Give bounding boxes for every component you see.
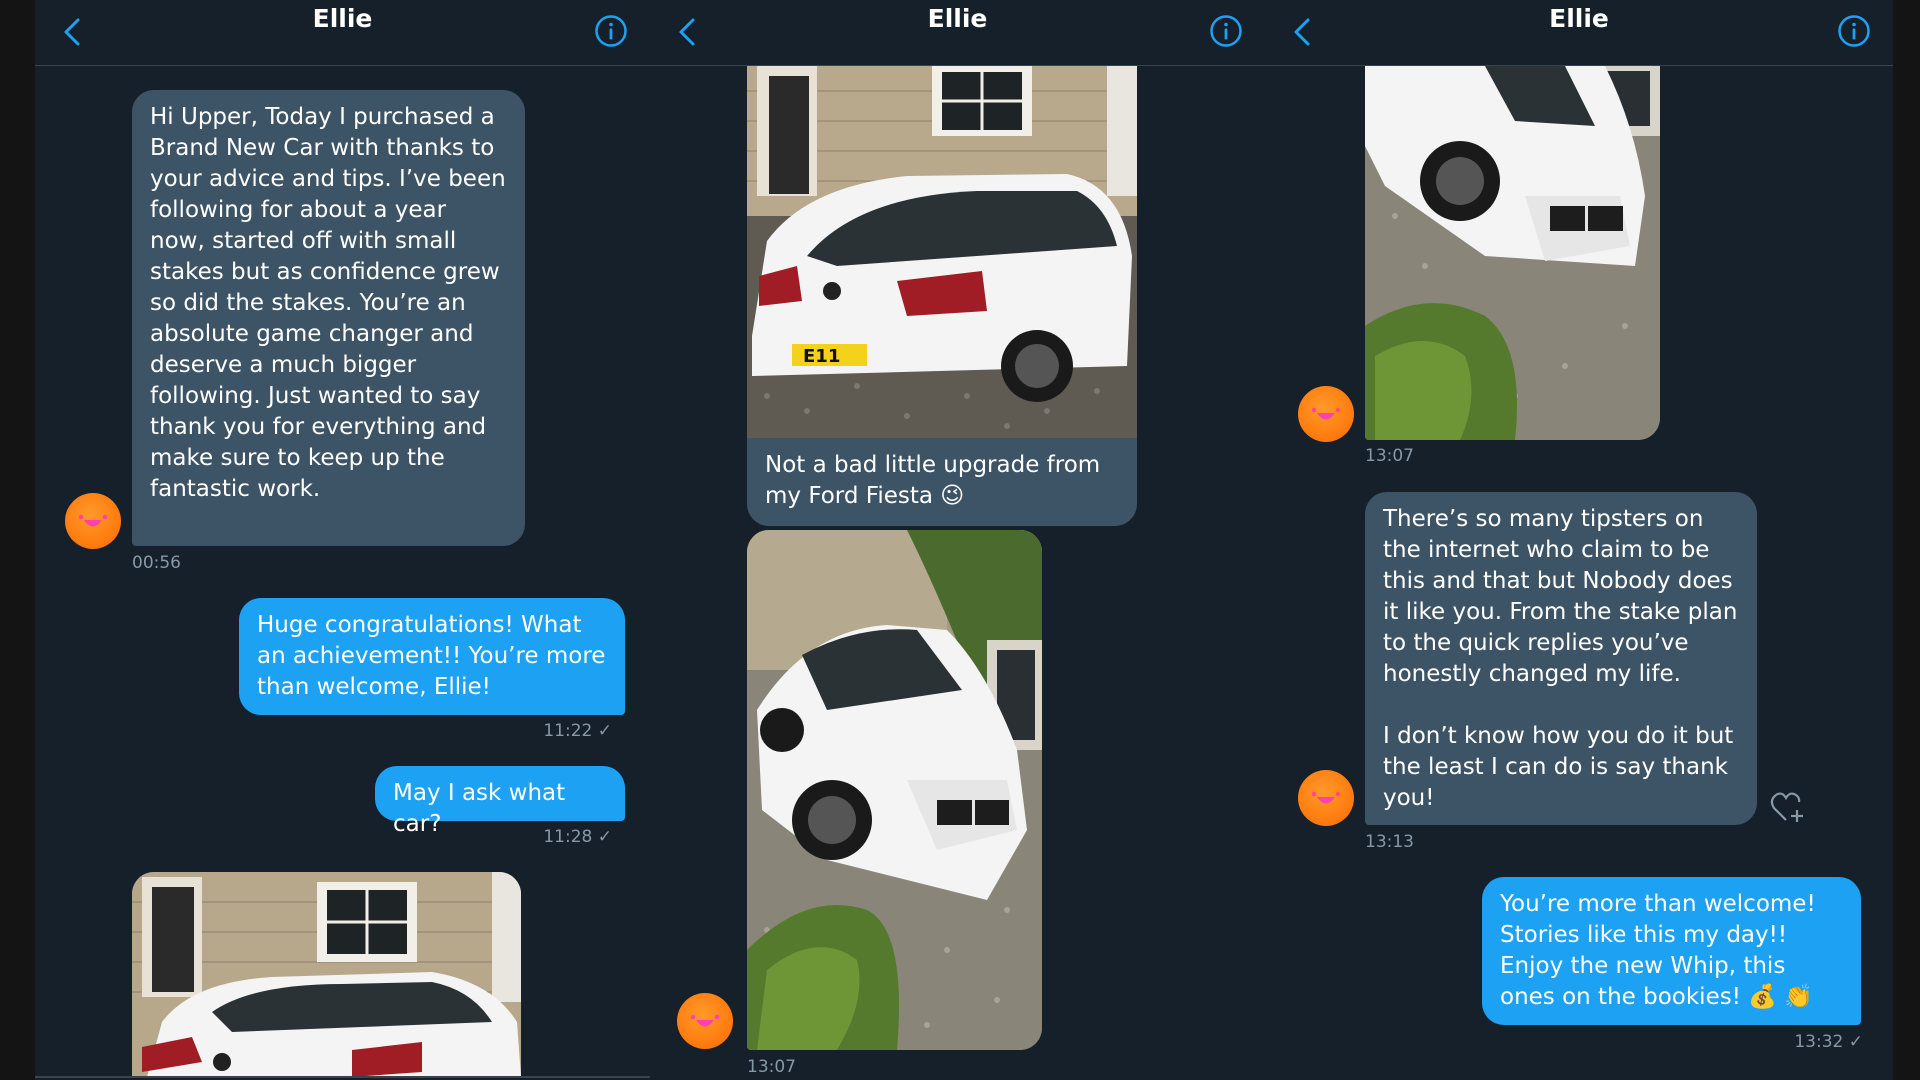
chat-panel-3: Ellie 13:07 There’s so many tipsters on … (1265, 0, 1893, 1080)
message-timestamp: 11:22 ✓ (543, 721, 612, 741)
avatar[interactable] (677, 993, 733, 1049)
conversation-title: Ellie (927, 4, 988, 33)
outgoing-message: You’re more than welcome! Stories like t… (1482, 877, 1861, 1025)
car-photo[interactable] (1365, 66, 1660, 440)
smiley-face-icon (690, 1014, 720, 1027)
message-timestamp: 13:32 ✓ (1794, 1032, 1863, 1052)
message-paragraph: There’s so many tipsters on the internet… (1383, 506, 1738, 687)
outgoing-message: Huge congratulations! What an achievemen… (239, 598, 625, 715)
avatar[interactable] (65, 493, 121, 549)
car-photo[interactable] (747, 530, 1042, 1050)
info-icon[interactable] (1209, 14, 1243, 48)
message-timestamp: 11:28 ✓ (543, 827, 612, 847)
avatar[interactable] (1298, 386, 1354, 442)
car-front-image (747, 530, 1042, 1050)
message-timestamp: 13:13 (1365, 832, 1414, 852)
conversation-header: Ellie (1265, 0, 1893, 66)
message-timestamp: 13:07 (1365, 446, 1414, 466)
info-icon[interactable] (1837, 14, 1871, 48)
conversation-title: Ellie (1549, 4, 1609, 33)
svg-text:E11: E11 (803, 346, 840, 367)
heart-plus-icon[interactable] (1770, 790, 1806, 824)
conversation-header: Ellie (650, 0, 1265, 66)
smiley-face-icon (1311, 407, 1341, 420)
car-rear-image: E11 (747, 66, 1137, 438)
image-caption: Not a bad little upgrade from my Ford Fi… (747, 438, 1137, 526)
incoming-message: There’s so many tipsters on the internet… (1365, 492, 1757, 825)
info-icon[interactable] (594, 14, 628, 48)
car-front-image (1365, 66, 1660, 440)
message-timestamp: 00:56 (132, 553, 181, 573)
car-photo[interactable] (132, 872, 521, 1077)
smiley-face-icon (78, 514, 108, 527)
divider (35, 1076, 650, 1078)
message-timestamp: 13:07 (747, 1057, 796, 1077)
car-photo[interactable]: E11 (747, 66, 1137, 438)
chat-panel-1: Ellie Hi Upper, Today I purchased a Bran… (35, 0, 650, 1080)
smiley-face-icon (1311, 791, 1341, 804)
conversation-header: Ellie (35, 0, 650, 66)
message-paragraph: I don’t know how you do it but the least… (1383, 723, 1734, 811)
car-rear-image (132, 872, 521, 1077)
avatar[interactable] (1298, 770, 1354, 826)
outgoing-message: May I ask what car? (375, 766, 625, 837)
conversation-title: Ellie (312, 4, 373, 33)
incoming-message: Hi Upper, Today I purchased a Brand New … (132, 90, 525, 546)
chat-panel-2: Ellie E11 Not a bad little upgrade from … (650, 0, 1265, 1080)
